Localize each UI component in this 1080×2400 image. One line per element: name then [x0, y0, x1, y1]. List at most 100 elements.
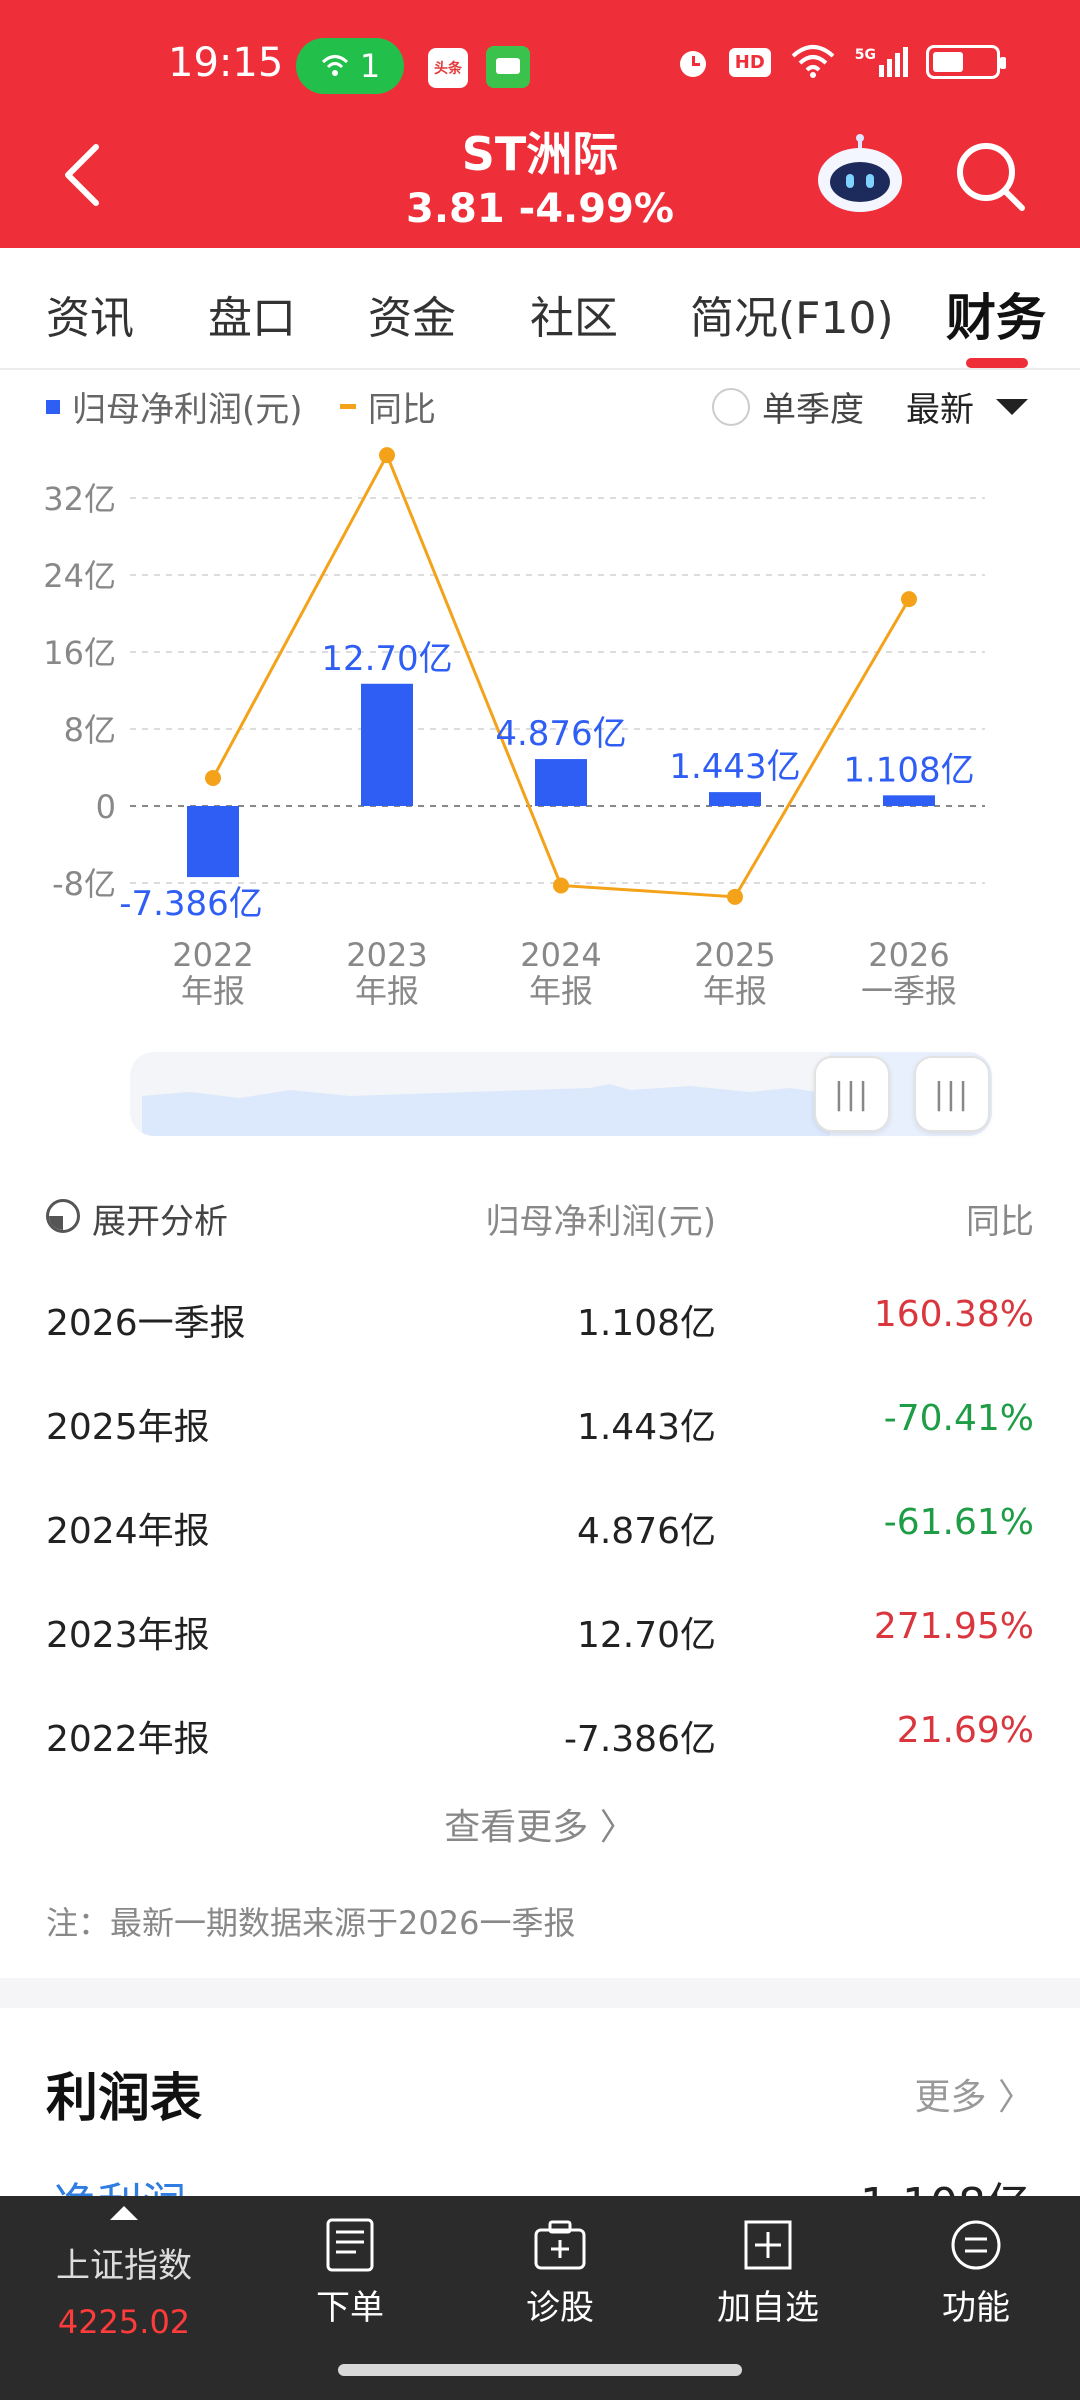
single-quarter-toggle[interactable]: 单季度 — [712, 382, 864, 431]
col-header-profit: 归母净利润(元) — [485, 1202, 716, 1242]
single-quarter-label: 单季度 — [762, 390, 864, 430]
y-tick-label: 8亿 — [64, 711, 116, 749]
row-yoy-value: 21.69% — [896, 1710, 1034, 1751]
index-name: 上证指数 — [56, 2246, 192, 2286]
index-value: 4225.02 — [57, 2303, 191, 2341]
x-tick-label: 年报 — [181, 972, 245, 1010]
functions-button[interactable]: 功能 — [906, 2196, 1046, 2400]
legend-profit-label: 归母净利润(元) — [72, 390, 303, 430]
yoy-point — [901, 591, 917, 608]
range-handle-left[interactable]: ||| — [814, 1056, 890, 1132]
legend-bar-swatch — [46, 399, 60, 414]
y-tick-label: -8亿 — [52, 865, 116, 903]
message-app-icon — [486, 46, 530, 88]
search-icon[interactable] — [954, 140, 1028, 214]
x-tick-label: 年报 — [703, 972, 767, 1010]
home-indicator — [338, 2364, 742, 2376]
col-header-yoy: 同比 — [966, 1202, 1034, 1242]
expand-analysis-button[interactable]: 展开分析 — [92, 1194, 228, 1243]
period-dropdown-label: 最新 — [906, 390, 974, 430]
income-more-link[interactable]: 更多 〉 — [915, 2068, 1034, 2120]
yoy-point — [205, 770, 221, 787]
row-yoy-value: -70.41% — [883, 1398, 1034, 1439]
row-period: 2022年报 — [46, 1719, 210, 1760]
view-more-link[interactable]: 查看更多 〉 — [0, 1798, 1080, 1850]
y-tick-label: 24亿 — [43, 557, 116, 595]
robot-assistant-icon[interactable] — [812, 134, 908, 216]
y-tick-label: 16亿 — [43, 634, 116, 672]
range-handle-right[interactable]: ||| — [914, 1056, 990, 1132]
caret-up-icon — [110, 2206, 138, 2220]
bar-data-label: 1.443亿 — [669, 747, 800, 787]
period-dropdown[interactable]: 最新 — [906, 382, 1028, 431]
row-profit-value: 12.70亿 — [576, 1615, 716, 1656]
pie-chart-icon[interactable] — [46, 1199, 80, 1233]
tab-quotes[interactable]: 盘口 — [208, 282, 296, 346]
tab-profile-f10[interactable]: 简况(F10) — [690, 282, 894, 346]
tab-news[interactable]: 资讯 — [46, 282, 134, 346]
row-yoy-value: -61.61% — [883, 1502, 1034, 1543]
active-tab-indicator — [966, 358, 1028, 368]
x-tick-label: 2022 — [172, 936, 253, 974]
profit-bar — [535, 759, 587, 806]
x-tick-label: 2026 — [868, 936, 949, 974]
row-profit-value: 1.108亿 — [576, 1303, 716, 1344]
x-tick-label: 一季报 — [861, 972, 957, 1010]
tab-community[interactable]: 社区 — [530, 282, 618, 346]
bar-data-label: -7.386亿 — [119, 884, 263, 924]
signal-icon: 5G — [855, 47, 908, 77]
bar-data-label: 4.876亿 — [495, 714, 626, 754]
row-yoy-value: 160.38% — [873, 1294, 1034, 1335]
yoy-point — [379, 447, 395, 464]
hotspot-pill[interactable]: 1 — [296, 38, 404, 94]
y-tick-label: 32亿 — [43, 480, 116, 518]
alarm-icon — [679, 51, 706, 77]
stock-price-change: 3.81 -4.99% — [406, 186, 674, 232]
legend-yoy-label: 同比 — [368, 390, 436, 430]
add-square-icon — [744, 2220, 792, 2270]
hotspot-count: 1 — [359, 47, 381, 85]
x-tick-label: 年报 — [355, 972, 419, 1010]
row-yoy-value: 271.95% — [873, 1606, 1034, 1647]
x-tick-label: 2024 — [520, 936, 601, 974]
profit-bar — [883, 795, 935, 806]
radio-icon[interactable] — [712, 387, 750, 426]
x-tick-label: 2023 — [346, 936, 427, 974]
wifi-icon — [791, 45, 835, 78]
hd-icon: HD — [728, 47, 771, 77]
functions-label: 功能 — [942, 2288, 1010, 2328]
tab-finance[interactable]: 财务 — [946, 278, 1046, 350]
income-statement-title: 利润表 — [46, 2069, 203, 2129]
yoy-point — [727, 888, 743, 905]
legend-line-swatch — [340, 404, 356, 409]
y-tick-label: 0 — [96, 788, 116, 826]
row-profit-value: 1.443亿 — [576, 1407, 716, 1448]
order-label: 下单 — [316, 2288, 384, 2328]
hotspot-icon — [321, 55, 348, 76]
diagnose-label: 诊股 — [526, 2288, 594, 2328]
profit-chart: 32亿 24亿 16亿 8亿 0 -8亿-7.386亿 12.70亿 4.876亿 1.443亿… — [43, 447, 985, 1010]
medical-kit-icon — [534, 2220, 586, 2270]
profit-bar — [361, 683, 413, 806]
bar-data-label: 1.108亿 — [843, 750, 974, 790]
row-period: 2026一季报 — [46, 1303, 246, 1344]
tab-funds[interactable]: 资金 — [368, 282, 456, 346]
x-tick-label: 2025 — [694, 936, 775, 974]
row-period: 2023年报 — [46, 1615, 210, 1656]
data-source-note: 注：最新一期数据来源于2026一季报 — [46, 1904, 576, 1942]
battery-icon — [926, 45, 1006, 79]
yoy-point — [553, 877, 569, 894]
section-divider — [0, 1978, 1080, 2008]
profit-bar — [709, 792, 761, 806]
add-watchlist-label: 加自选 — [717, 2288, 819, 2328]
menu-circle-icon — [951, 2220, 1001, 2270]
index-quote-button[interactable]: 上证指数 4225.02 — [24, 2196, 224, 2400]
app-header: 19:15 1 头条 HD 5G ST洲际 3.81 -4.99% — [0, 0, 1080, 248]
status-time: 19:15 — [168, 40, 284, 86]
status-icons: HD 5G — [675, 44, 1006, 80]
caret-down-icon — [996, 398, 1028, 415]
bar-data-label: 12.70亿 — [321, 639, 452, 679]
legend-profit: 归母净利润(元) — [46, 382, 303, 431]
row-period: 2025年报 — [46, 1407, 210, 1448]
news-app-icon: 头条 — [428, 48, 468, 88]
